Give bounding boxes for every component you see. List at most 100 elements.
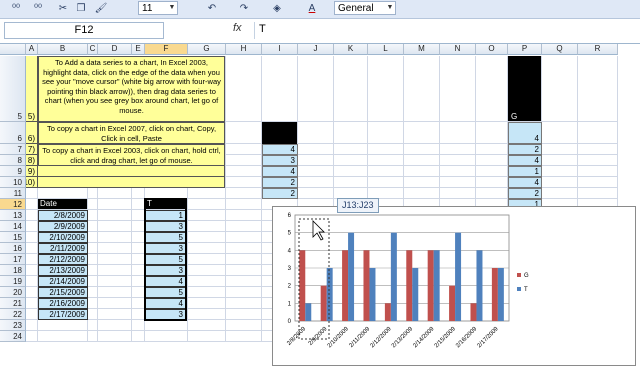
cell[interactable] [226, 254, 262, 265]
cell[interactable] [226, 199, 262, 210]
cell[interactable] [98, 276, 132, 287]
cell[interactable] [188, 243, 226, 254]
cell[interactable] [88, 221, 98, 232]
cell[interactable] [98, 199, 132, 210]
redo-icon[interactable]: ↷ [236, 1, 252, 16]
cell[interactable] [98, 232, 132, 243]
row-header-8[interactable]: 8 [0, 155, 26, 166]
note-number[interactable]: 6) [26, 122, 38, 144]
cell[interactable] [26, 254, 38, 265]
cell[interactable] [88, 232, 98, 243]
cell[interactable] [476, 122, 508, 144]
cell[interactable] [578, 155, 618, 166]
cell[interactable] [38, 188, 88, 199]
cell[interactable] [132, 331, 145, 342]
cell[interactable] [226, 243, 262, 254]
fill-color-icon[interactable]: ◈ [268, 1, 286, 16]
cell[interactable] [476, 188, 508, 199]
cell[interactable] [226, 331, 262, 342]
cell[interactable] [440, 166, 476, 177]
cell[interactable] [226, 320, 262, 331]
cell[interactable] [578, 56, 618, 122]
cell[interactable] [38, 320, 88, 331]
cell[interactable] [334, 122, 368, 144]
cell[interactable] [188, 276, 226, 287]
row-header-9[interactable]: 9 [0, 166, 26, 177]
row-header-20[interactable]: 20 [0, 287, 26, 298]
cell[interactable] [226, 265, 262, 276]
increase-decimal-icon[interactable]: ⁰⁰ [8, 1, 24, 16]
cell[interactable] [226, 221, 262, 232]
row-header-16[interactable]: 16 [0, 243, 26, 254]
column-header-i[interactable]: I [262, 44, 298, 55]
g-cell[interactable]: 2 [508, 144, 542, 155]
date-cell[interactable]: 2/15/2009 [38, 287, 88, 298]
cell[interactable] [26, 243, 38, 254]
column-header-e[interactable]: E [132, 44, 145, 55]
cell[interactable] [188, 199, 226, 210]
cell[interactable] [226, 155, 262, 166]
row-header-15[interactable]: 15 [0, 232, 26, 243]
cell[interactable] [404, 177, 440, 188]
cell[interactable] [88, 287, 98, 298]
column-header-j[interactable]: J [298, 44, 334, 55]
cell[interactable] [188, 188, 226, 199]
cell[interactable] [188, 210, 226, 221]
cell[interactable] [542, 155, 578, 166]
note-number[interactable]: 8) [26, 155, 38, 166]
g-cell[interactable]: 1 [508, 166, 542, 177]
cell[interactable] [226, 232, 262, 243]
date-cell[interactable]: 2/10/2009 [38, 232, 88, 243]
cell[interactable] [404, 155, 440, 166]
cell[interactable] [26, 320, 38, 331]
column-header-m[interactable]: M [404, 44, 440, 55]
cell[interactable] [542, 56, 578, 122]
note-copy-2007[interactable]: To copy a chart in Excel 2007, click on … [38, 122, 225, 144]
cell[interactable] [98, 188, 132, 199]
cell[interactable] [578, 144, 618, 155]
cell[interactable] [440, 122, 476, 144]
date-cell[interactable]: 2/16/2009 [38, 298, 88, 309]
row-header-13[interactable]: 13 [0, 210, 26, 221]
cell[interactable] [404, 188, 440, 199]
d-cell[interactable]: 4 [262, 166, 298, 177]
formula-input[interactable]: T [254, 22, 634, 39]
g-header[interactable]: G [508, 56, 542, 122]
decrease-decimal-icon[interactable]: ⁰⁰ [30, 1, 46, 16]
cell[interactable] [334, 56, 368, 122]
column-header-g[interactable]: G [188, 44, 226, 55]
cell[interactable] [578, 188, 618, 199]
cell[interactable] [98, 254, 132, 265]
cell[interactable] [145, 320, 188, 331]
cell[interactable] [188, 221, 226, 232]
date-cell[interactable]: 2/13/2009 [38, 265, 88, 276]
column-header-r[interactable]: R [578, 44, 618, 55]
d-cell[interactable]: 3 [262, 155, 298, 166]
cell[interactable] [476, 155, 508, 166]
row-header-24[interactable]: 24 [0, 331, 26, 342]
column-header-n[interactable]: N [440, 44, 476, 55]
g-cell[interactable]: 4 [508, 122, 542, 144]
cell[interactable] [404, 166, 440, 177]
g-cell[interactable]: 4 [508, 155, 542, 166]
name-box[interactable]: F12 [4, 22, 164, 39]
select-all-corner[interactable] [0, 44, 26, 55]
note-number[interactable]: 10) [26, 177, 38, 188]
cell[interactable] [440, 155, 476, 166]
note-copy-2003[interactable]: To copy a chart in Excel 2003, click on … [38, 144, 225, 166]
cell[interactable] [404, 56, 440, 122]
cut-icon[interactable]: ✂ [56, 1, 70, 16]
row-header-12[interactable]: 12 [0, 199, 26, 210]
cell[interactable] [26, 210, 38, 221]
d-cell[interactable]: 2 [262, 177, 298, 188]
cell[interactable] [476, 56, 508, 122]
note-number[interactable]: 5) [26, 56, 38, 122]
cell[interactable] [578, 122, 618, 144]
cell[interactable] [88, 276, 98, 287]
cell[interactable] [368, 122, 404, 144]
note-empty-cell[interactable] [38, 177, 225, 188]
font-color-icon[interactable]: A [304, 1, 320, 16]
cell[interactable] [88, 309, 98, 320]
cell[interactable] [26, 221, 38, 232]
cell[interactable] [298, 144, 334, 155]
